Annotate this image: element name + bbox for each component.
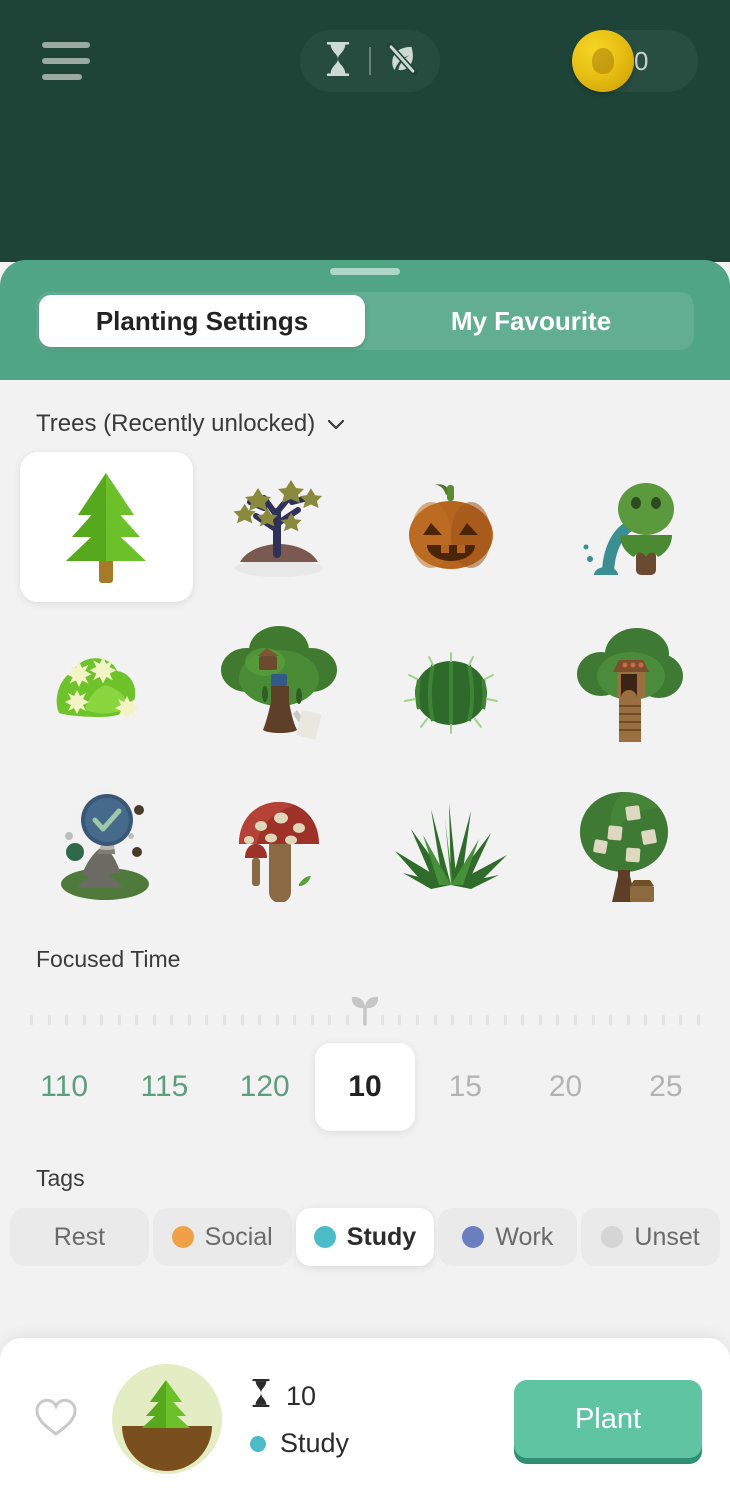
tag-color-dot bbox=[250, 1435, 266, 1452]
tag-social-color-dot bbox=[171, 1226, 194, 1248]
tree-option-tower-treehouse[interactable] bbox=[538, 610, 711, 760]
flower-bush-icon bbox=[56, 657, 140, 720]
app-header: 0 bbox=[0, 0, 730, 262]
tab-bar: Planting Settings My Favourite bbox=[36, 292, 694, 350]
tree-option-flower-bush[interactable] bbox=[20, 610, 193, 760]
tree-option-portal-rock[interactable] bbox=[20, 768, 193, 918]
jack-o-lantern-pumpkin-icon bbox=[409, 484, 494, 569]
tag-rest-label: Rest bbox=[53, 1222, 106, 1251]
sprout-icon bbox=[347, 992, 383, 1031]
tag-work-label: Work bbox=[495, 1222, 554, 1251]
hourglass-icon bbox=[250, 1379, 272, 1414]
tag-unset-label: Unset bbox=[634, 1222, 700, 1251]
portal-rock-icon bbox=[61, 790, 150, 900]
gold-coin-icon bbox=[572, 30, 634, 92]
tag-unset[interactable]: Unset bbox=[581, 1208, 720, 1266]
focused-time-picker: 110 115 120 10 15 20 25 bbox=[14, 1043, 716, 1131]
chevron-down-icon[interactable] bbox=[325, 413, 347, 435]
tag-list: Rest Social Study Work Unset bbox=[10, 1208, 720, 1266]
timer-mode-button[interactable] bbox=[307, 30, 369, 92]
tag-study-color-dot bbox=[313, 1226, 336, 1248]
tab-my-favourite[interactable]: My Favourite bbox=[368, 292, 694, 350]
hourglass-icon bbox=[323, 41, 353, 81]
tree-option-agave-plant[interactable] bbox=[365, 768, 538, 918]
trees-section-header[interactable]: Trees (Recently unlocked) bbox=[36, 410, 730, 438]
tree-option-note-tree[interactable] bbox=[538, 768, 711, 918]
menu-bar-1 bbox=[42, 42, 90, 48]
coin-count: 0 bbox=[634, 45, 649, 76]
bottom-action-bar: 10 Study Plant bbox=[0, 1338, 730, 1500]
tags-title: Tags bbox=[36, 1165, 85, 1191]
time-option-115[interactable]: 115 bbox=[114, 1043, 214, 1131]
treehouse-oak-icon bbox=[220, 626, 337, 740]
time-option-110[interactable]: 110 bbox=[14, 1043, 114, 1131]
plant-button[interactable]: Plant bbox=[514, 1380, 702, 1458]
tree-grid bbox=[20, 452, 710, 918]
menu-bar-2 bbox=[42, 58, 90, 64]
heart-outline-icon bbox=[33, 1396, 79, 1443]
joshua-tree-icon bbox=[233, 480, 323, 577]
barrel-cactus-icon bbox=[404, 652, 499, 734]
session-meta: 10 Study bbox=[250, 1379, 349, 1459]
tree-option-ghost-tree[interactable] bbox=[538, 452, 711, 602]
duration-row: 10 bbox=[250, 1379, 349, 1414]
menu-bar-3 bbox=[42, 74, 82, 80]
tab-planting-settings[interactable]: Planting Settings bbox=[39, 295, 365, 347]
tower-treehouse-icon bbox=[576, 628, 683, 742]
time-option-25[interactable]: 25 bbox=[616, 1043, 716, 1131]
favourite-button[interactable] bbox=[0, 1396, 112, 1443]
tree-option-joshua-tree[interactable] bbox=[193, 452, 366, 602]
tag-study[interactable]: Study bbox=[295, 1208, 435, 1266]
time-option-15[interactable]: 15 bbox=[415, 1043, 515, 1131]
red-mushroom-icon bbox=[238, 802, 319, 902]
tree-option-jack-o-lantern-pumpkin[interactable] bbox=[365, 452, 538, 602]
hamburger-menu-icon[interactable] bbox=[42, 42, 90, 80]
trees-section-title: Trees (Recently unlocked) bbox=[36, 410, 316, 437]
tree-option-barrel-cactus[interactable] bbox=[365, 610, 538, 760]
forest-planting-screen: 0 Planting Settings My Favourite Trees (… bbox=[0, 0, 730, 1500]
tree-option-treehouse-oak[interactable] bbox=[193, 610, 366, 760]
tag-work-color-dot bbox=[462, 1226, 485, 1248]
tag-name: Study bbox=[280, 1428, 350, 1458]
deep-focus-toggle-button[interactable] bbox=[371, 30, 433, 92]
cedar-tree-icon bbox=[66, 473, 147, 583]
tag-row: Study bbox=[250, 1428, 349, 1459]
agave-plant-icon bbox=[395, 803, 508, 889]
sheet-drag-handle[interactable] bbox=[330, 268, 400, 275]
time-option-20[interactable]: 20 bbox=[515, 1043, 615, 1131]
tag-study-label: Study bbox=[346, 1222, 417, 1251]
time-option-120[interactable]: 120 bbox=[215, 1043, 315, 1131]
tree-option-red-mushroom[interactable] bbox=[193, 768, 366, 918]
tree-option-cedar-tree[interactable] bbox=[20, 452, 193, 602]
tag-social-label: Social bbox=[204, 1222, 273, 1251]
note-tree-icon bbox=[579, 792, 668, 902]
selected-tree-preview bbox=[112, 1364, 222, 1474]
time-option-10[interactable]: 10 bbox=[314, 1043, 416, 1131]
tag-unset-color-dot bbox=[601, 1226, 624, 1248]
settings-body: Trees (Recently unlocked) Focused Time 1… bbox=[0, 380, 730, 1340]
leaf-off-icon bbox=[386, 42, 418, 81]
tag-social[interactable]: Social bbox=[152, 1208, 292, 1266]
focused-time-title: Focused Time bbox=[36, 946, 181, 972]
tag-work[interactable]: Work bbox=[438, 1208, 578, 1266]
settings-sheet-header: Planting Settings My Favourite bbox=[0, 260, 730, 380]
tag-rest[interactable]: Rest bbox=[10, 1208, 149, 1266]
focused-time-track[interactable] bbox=[30, 983, 700, 1035]
ghost-tree-icon bbox=[583, 483, 674, 575]
coin-balance-chip[interactable]: 0 bbox=[572, 30, 698, 92]
mode-toggle-group bbox=[300, 30, 440, 92]
duration-value: 10 bbox=[286, 1381, 317, 1411]
